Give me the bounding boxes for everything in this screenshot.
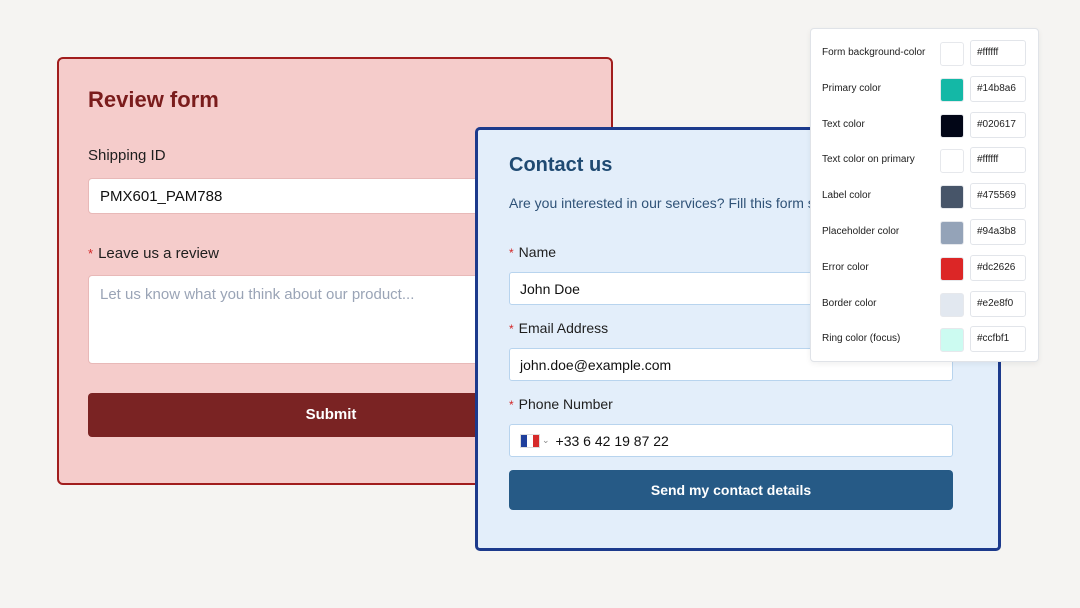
- theme-row-label: Error color: [822, 261, 869, 273]
- required-mark: *: [509, 322, 514, 336]
- hex-input[interactable]: #475569: [970, 183, 1026, 210]
- required-mark: *: [509, 246, 514, 260]
- review-form-title: Review form: [88, 87, 219, 112]
- contact-form-title: Contact us: [509, 154, 613, 176]
- theme-row-label: Form background-color: [822, 47, 926, 58]
- color-swatch[interactable]: [940, 149, 964, 174]
- theme-row: Error color #dc2626: [811, 254, 1040, 283]
- color-swatch[interactable]: [940, 77, 964, 102]
- theme-row-label: Text color on primary: [822, 154, 915, 166]
- theme-row: Placeholder color #94a3b8: [811, 219, 1040, 247]
- phone-label-text: Phone Number: [518, 396, 613, 412]
- theme-row-label: Border color: [822, 297, 877, 309]
- email-label-text: Email Address: [518, 320, 609, 336]
- color-swatch[interactable]: [940, 42, 964, 66]
- color-swatch[interactable]: [940, 185, 964, 210]
- required-mark: *: [88, 246, 94, 261]
- theme-row-label: Text color: [822, 118, 865, 130]
- hex-input[interactable]: #ffffff: [970, 147, 1026, 174]
- review-label-text: Leave us a review: [98, 245, 219, 262]
- email-label: * Email Address: [509, 320, 608, 336]
- flag-france-icon[interactable]: [520, 433, 540, 448]
- review-label: * Leave us a review: [88, 245, 219, 262]
- shipping-id-input[interactable]: PMX601_PAM788: [88, 178, 508, 214]
- hex-input[interactable]: #ccfbf1: [970, 326, 1026, 353]
- color-swatch[interactable]: [940, 328, 964, 353]
- theme-row: Ring color (focus) #ccfbf1: [811, 326, 1040, 354]
- name-label-text: Name: [518, 244, 557, 260]
- theme-row: Border color #e2e8f0: [811, 290, 1040, 319]
- color-swatch[interactable]: [940, 221, 964, 245]
- hex-input[interactable]: #e2e8f0: [970, 290, 1026, 317]
- theme-row-label: Ring color (focus): [822, 333, 901, 345]
- hex-input[interactable]: #ffffff: [970, 40, 1026, 66]
- review-textarea[interactable]: Let us know what you think about our pro…: [88, 275, 508, 364]
- color-swatch[interactable]: [940, 292, 964, 317]
- color-swatch[interactable]: [940, 113, 964, 138]
- phone-input[interactable]: ⌄ +33 6 42 19 87 22: [509, 424, 953, 457]
- theme-row: Label color #475569: [811, 183, 1040, 211]
- hex-input[interactable]: #020617: [970, 111, 1026, 138]
- theme-row: Text color #020617: [811, 111, 1040, 140]
- color-swatch[interactable]: [940, 256, 964, 281]
- hex-input[interactable]: #dc2626: [970, 254, 1026, 281]
- required-mark: *: [509, 398, 514, 412]
- shipping-id-label: Shipping ID: [88, 147, 166, 164]
- theme-row: Form background-color #ffffff: [811, 40, 1040, 68]
- phone-value: +33 6 42 19 87 22: [555, 432, 669, 449]
- send-contact-button[interactable]: Send my contact details: [509, 470, 953, 510]
- theme-row: Primary color #14b8a6: [811, 75, 1040, 104]
- theme-settings-panel: Form background-color #ffffff Primary colo…: [810, 28, 1039, 362]
- hex-input[interactable]: #94a3b8: [970, 219, 1026, 245]
- hex-input[interactable]: #14b8a6: [970, 75, 1026, 102]
- name-label: * Name: [509, 244, 556, 260]
- chevron-down-icon[interactable]: ⌄: [542, 435, 550, 446]
- theme-row: Text color on primary #ffffff: [811, 147, 1040, 175]
- theme-row-label: Primary color: [822, 82, 881, 94]
- phone-label: * Phone Number: [509, 396, 613, 412]
- theme-row-label: Placeholder color: [822, 226, 900, 237]
- theme-row-label: Label color: [822, 190, 871, 202]
